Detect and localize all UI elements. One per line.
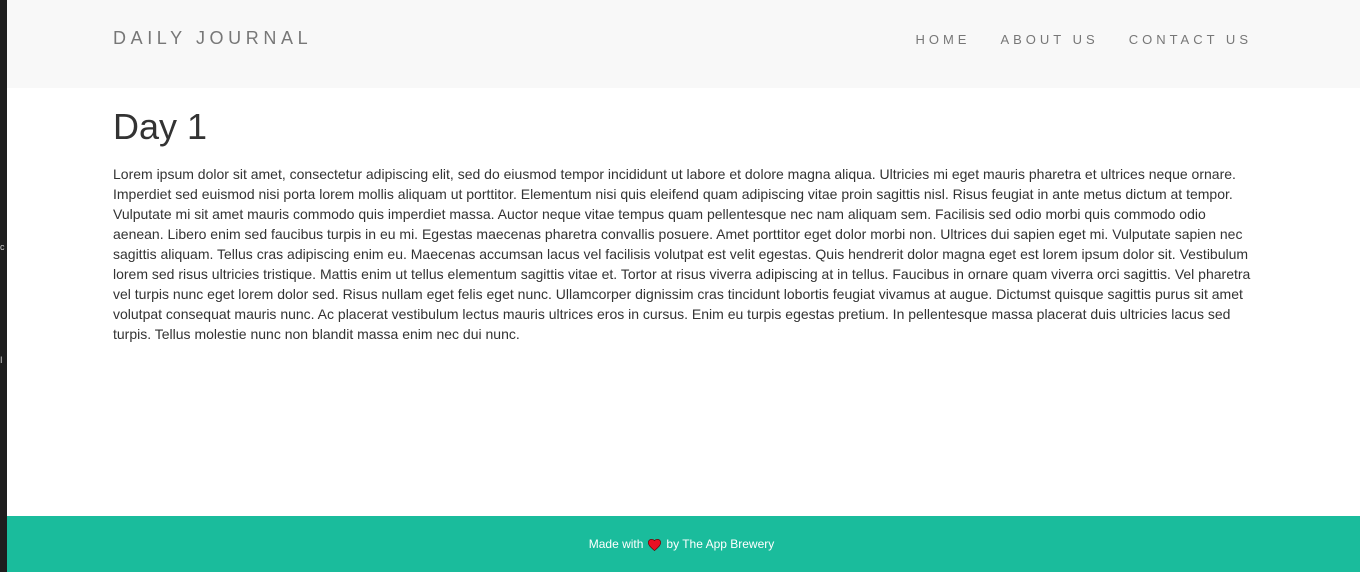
nav-item-contact: CONTACT US (1129, 31, 1252, 49)
edge-glyph: c (0, 242, 5, 252)
footer-credit: Made with by The App Brewery (589, 537, 775, 551)
post-body: Lorem ipsum dolor sit amet, consectetur … (113, 166, 1251, 342)
navbar: DAILY JOURNAL HOME ABOUT US CONTACT US (7, 0, 1360, 88)
footer-made-with: Made with (588, 537, 644, 551)
nav-item-about: ABOUT US (1000, 31, 1098, 49)
left-window-edge: c I (0, 0, 7, 572)
page: DAILY JOURNAL HOME ABOUT US CONTACT US D… (7, 0, 1360, 572)
brand-link[interactable]: DAILY JOURNAL (113, 28, 312, 49)
post-title: Day 1 (113, 106, 208, 147)
heart-icon (648, 538, 662, 551)
footer: Made with by The App Brewery (7, 516, 1360, 572)
nav-link-home[interactable]: HOME (915, 32, 970, 47)
edge-glyph: I (0, 355, 3, 365)
nav-link-contact-us[interactable]: CONTACT US (1129, 32, 1252, 47)
nav-item-home: HOME (915, 31, 970, 49)
main-content: Day 1 Lorem ipsum dolor sit amet, consec… (113, 106, 1253, 344)
footer-by: by The App Brewery (666, 537, 775, 551)
nav-links: HOME ABOUT US CONTACT US (915, 31, 1252, 49)
nav-link-about-us[interactable]: ABOUT US (1000, 32, 1098, 47)
